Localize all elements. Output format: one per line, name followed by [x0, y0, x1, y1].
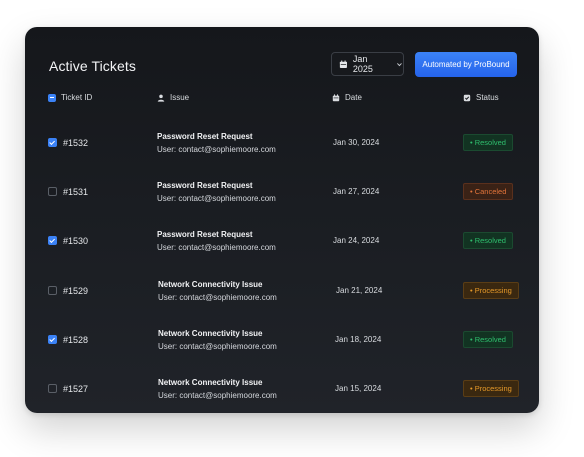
ticket-date: Jan 21, 2024 [336, 286, 383, 295]
ticket-date: Jan 15, 2024 [335, 384, 382, 393]
user-icon [157, 94, 165, 102]
issue-user: User: contact@sophiemoore.com [158, 390, 277, 400]
ticket-date: Jan 30, 2024 [333, 138, 380, 147]
issue-title: Password Reset Request [157, 131, 253, 141]
check-square-icon [463, 94, 471, 101]
tickets-card: Active Tickets Jan 2025 Automated by Pro… [25, 27, 539, 413]
status-badge: • Resolved [463, 331, 513, 348]
issue-user: User: contact@sophiemoore.com [158, 341, 277, 351]
calendar-icon [332, 93, 340, 101]
ticket-id: #1532 [63, 137, 89, 148]
row-checkbox[interactable] [48, 335, 57, 344]
table-row[interactable]: #1532 Password Reset Request User: conta… [25, 118, 539, 167]
table-header: Ticket ID Issue Date Status [25, 93, 539, 107]
issue-user: User: contact@sophiemoore.com [157, 144, 276, 154]
ticket-date: Jan 27, 2024 [333, 187, 380, 196]
issue-title: Password Reset Request [157, 229, 253, 239]
status-badge: • Processing [463, 380, 519, 397]
status-badge: • Resolved [463, 232, 513, 249]
header-ticket-id: Ticket ID [48, 93, 92, 102]
table-row[interactable]: #1529 Network Connectivity Issue User: c… [25, 266, 539, 315]
issue-title: Network Connectivity Issue [158, 328, 263, 338]
row-checkbox[interactable] [48, 138, 57, 147]
date-filter-dropdown[interactable]: Jan 2025 [331, 52, 404, 76]
row-checkbox[interactable] [48, 236, 57, 245]
issue-title: Network Connectivity Issue [158, 279, 263, 289]
table-row[interactable]: #1528 Network Connectivity Issue User: c… [25, 315, 539, 364]
automated-button[interactable]: Automated by ProBound [415, 52, 517, 77]
ticket-date: Jan 18, 2024 [335, 335, 382, 344]
row-checkbox[interactable] [48, 286, 57, 295]
issue-title: Network Connectivity Issue [158, 377, 263, 387]
page-title: Active Tickets [49, 58, 136, 74]
row-checkbox[interactable] [48, 187, 57, 196]
status-badge: • Canceled [463, 183, 514, 200]
ticket-id: #1529 [63, 285, 89, 296]
header-issue-label: Issue [170, 93, 190, 102]
table-row[interactable]: #1527 Network Connectivity Issue User: c… [25, 364, 539, 413]
ticket-id: #1530 [63, 235, 89, 246]
row-checkbox[interactable] [48, 384, 57, 393]
ticket-id: #1528 [63, 334, 89, 345]
issue-user: User: contact@sophiemoore.com [157, 193, 276, 203]
calendar-icon [339, 60, 347, 68]
issue-user: User: contact@sophiemoore.com [157, 242, 276, 252]
ticket-date: Jan 24, 2024 [333, 236, 380, 245]
status-badge: • Resolved [463, 134, 513, 151]
header-status-label: Status [476, 93, 499, 102]
issue-title: Password Reset Request [157, 180, 253, 190]
table-row[interactable]: #1530 Password Reset Request User: conta… [25, 216, 539, 265]
ticket-id: #1531 [63, 186, 89, 197]
date-filter-label: Jan 2025 [352, 54, 373, 74]
header-issue: Issue [157, 93, 189, 102]
issue-user: User: contact@sophiemoore.com [158, 292, 277, 302]
header-status: Status [463, 93, 499, 102]
header-date: Date [332, 93, 362, 102]
header-date-label: Date [345, 93, 362, 102]
select-all-checkbox[interactable] [48, 93, 56, 102]
table-row[interactable]: #1531 Password Reset Request User: conta… [25, 167, 539, 216]
ticket-id: #1527 [63, 383, 89, 394]
header-ticket-id-label: Ticket ID [61, 93, 93, 102]
chevron-down-icon [397, 62, 402, 66]
status-badge: • Processing [463, 282, 519, 299]
